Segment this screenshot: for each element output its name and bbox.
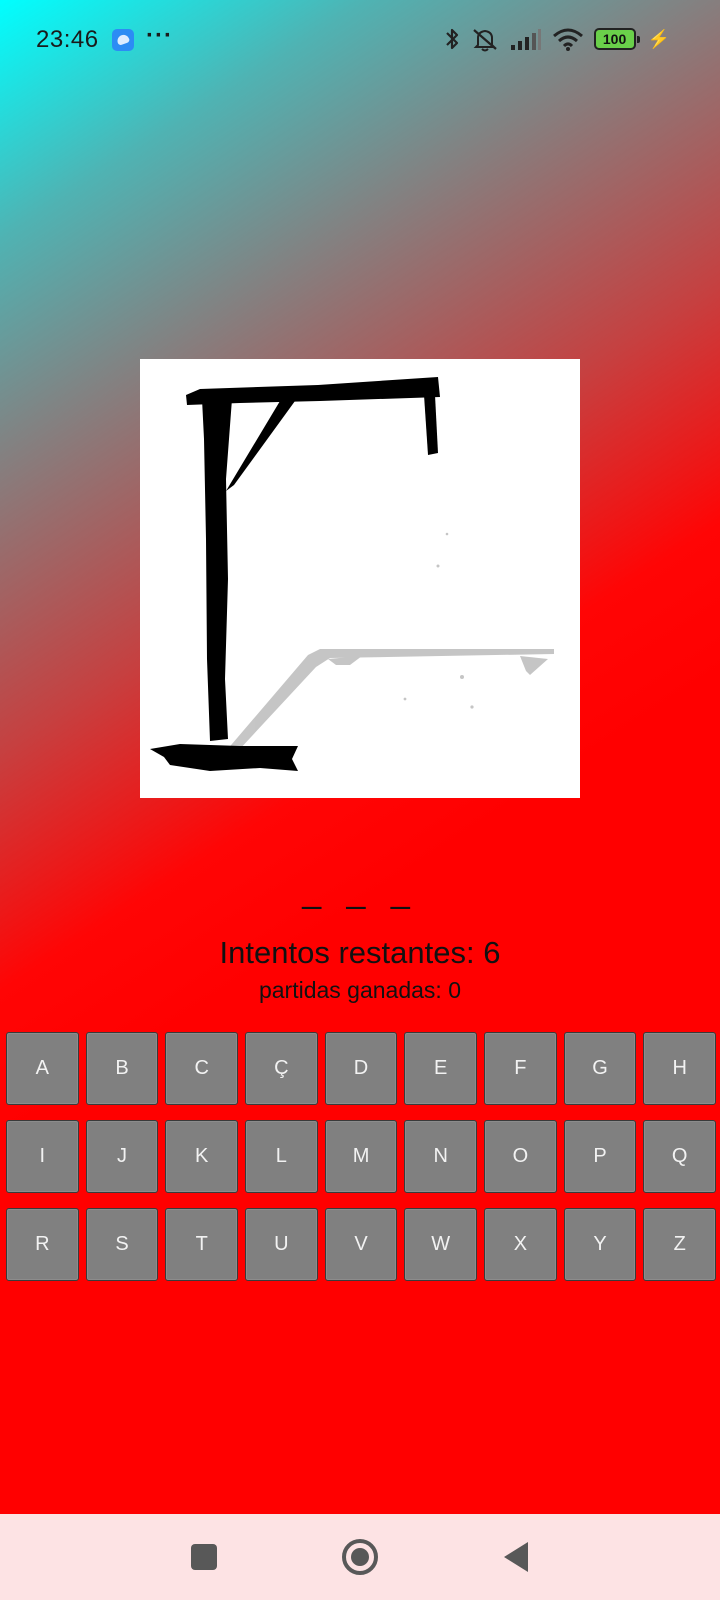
attempts-remaining-label: Intentos restantes: 6 (219, 935, 501, 970)
back-button[interactable] (476, 1514, 556, 1600)
key-y[interactable]: Y (563, 1208, 637, 1281)
recents-button[interactable] (164, 1514, 244, 1600)
key-o[interactable]: O (484, 1120, 557, 1193)
key-c[interactable]: C (165, 1032, 239, 1105)
key-i[interactable]: I (6, 1120, 79, 1193)
key-e[interactable]: E (404, 1032, 478, 1105)
status-time: 23:46 (36, 26, 99, 53)
key-k[interactable]: K (165, 1120, 239, 1193)
key-a[interactable]: A (6, 1032, 79, 1105)
key-j[interactable]: J (85, 1120, 159, 1193)
more-notifications-icon: ··· (146, 22, 173, 49)
key-m[interactable]: M (324, 1120, 398, 1193)
key-q[interactable]: Q (643, 1120, 717, 1193)
key-f[interactable]: F (484, 1032, 557, 1105)
keyboard-row-1: A B C Ç D E F G H (6, 1032, 717, 1105)
app-notification-icon (112, 29, 134, 51)
battery-icon: 100 (593, 28, 640, 50)
hangman-image (140, 359, 580, 798)
key-s[interactable]: S (85, 1208, 159, 1281)
key-t[interactable]: T (165, 1208, 239, 1281)
key-p[interactable]: P (563, 1120, 637, 1193)
mute-icon (472, 29, 497, 52)
key-b[interactable]: B (85, 1032, 159, 1105)
key-z[interactable]: Z (643, 1208, 717, 1281)
key-g[interactable]: G (563, 1032, 637, 1105)
battery-level: 100 (602, 31, 627, 47)
key-r[interactable]: R (6, 1208, 79, 1281)
navigation-bar (0, 1514, 720, 1600)
wifi-icon (552, 28, 583, 51)
key-d[interactable]: D (324, 1032, 398, 1105)
word-mask: _ _ _ (302, 872, 418, 910)
back-icon (504, 1542, 528, 1572)
key-w[interactable]: W (404, 1208, 478, 1281)
home-button[interactable] (320, 1514, 400, 1600)
games-won-label: partidas ganadas: 0 (258, 977, 462, 1003)
key-n[interactable]: N (404, 1120, 478, 1193)
status-icons: 100 ⚡ (444, 26, 670, 52)
cell-signal-icon (510, 29, 541, 50)
status-bar: 23:46 ··· 100 ⚡ (0, 0, 720, 84)
recents-icon (191, 1544, 217, 1570)
key-c-cedilla[interactable]: Ç (245, 1032, 318, 1105)
gallows-drawing (150, 377, 554, 771)
bluetooth-icon (445, 28, 458, 50)
key-v[interactable]: V (324, 1208, 398, 1281)
key-u[interactable]: U (245, 1208, 318, 1281)
charging-icon: ⚡ (647, 28, 670, 49)
home-icon (342, 1539, 378, 1575)
keyboard-row-2: I J K L M N O P Q (6, 1120, 717, 1193)
key-x[interactable]: X (484, 1208, 557, 1281)
letter-keyboard: A B C Ç D E F G H I J K L M N O P Q R S … (6, 1032, 717, 1296)
key-l[interactable]: L (245, 1120, 318, 1193)
key-h[interactable]: H (643, 1032, 717, 1105)
keyboard-row-3: R S T U V W X Y Z (6, 1208, 717, 1281)
